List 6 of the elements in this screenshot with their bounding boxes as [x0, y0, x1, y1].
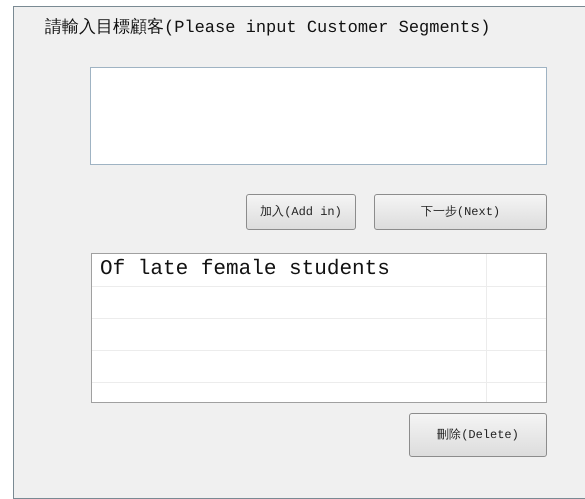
next-button[interactable]: 下一步(Next)	[374, 194, 547, 230]
input-field[interactable]	[90, 66, 547, 164]
list-item[interactable]: Of late female students	[100, 254, 390, 286]
delete-button[interactable]: 刪除(Delete)	[409, 412, 547, 456]
prompt-label: 請輸入目標顧客(Please input Customer Segments)	[45, 16, 492, 40]
add-button[interactable]: 加入(Add in)	[246, 194, 356, 230]
